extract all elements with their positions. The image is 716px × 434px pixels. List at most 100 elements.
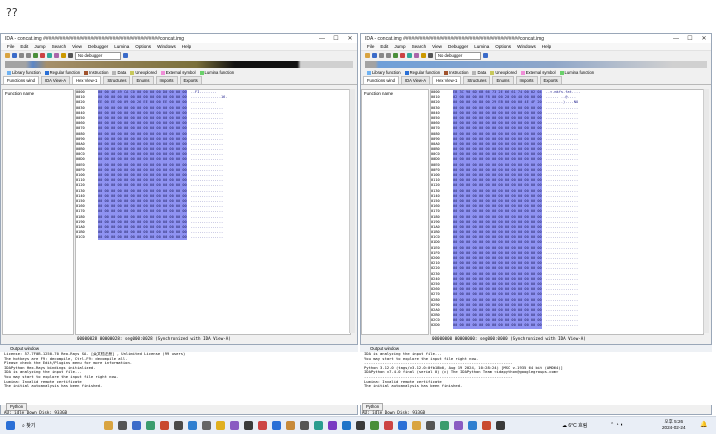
menu-view[interactable]: View	[432, 44, 442, 49]
app8-icon[interactable]	[328, 421, 337, 430]
hex-view-pane[interactable]: 0000 00 00 46 49 CA C0 00 00 00 00 D0 00 …	[75, 89, 351, 335]
edge-icon[interactable]	[146, 421, 155, 430]
bookmark-icon[interactable]	[61, 53, 66, 58]
menu-edit[interactable]: Edit	[20, 44, 28, 49]
hex-row[interactable]: 02D0 00 00 00 00 00 00 00 00 00 00 00 00 …	[431, 323, 703, 329]
app19-icon[interactable]	[496, 421, 505, 430]
menu-jump[interactable]: Jump	[34, 44, 45, 49]
tab-hex-view[interactable]: Hex View-1	[432, 76, 462, 84]
pause-icon[interactable]	[428, 53, 433, 58]
hex-row[interactable]: 01C0 00 00 00 00 00 00 00 00 00 00 00 00 …	[76, 235, 350, 241]
app11-icon[interactable]	[384, 421, 393, 430]
menu-help[interactable]: Help	[182, 44, 191, 49]
tab-imports[interactable]: Imports	[155, 76, 178, 84]
app7-icon[interactable]	[314, 421, 323, 430]
terminal-icon[interactable]	[174, 421, 183, 430]
app18-icon[interactable]	[482, 421, 491, 430]
tab-functions[interactable]: Functions wind	[363, 76, 399, 84]
start-icon[interactable]	[6, 421, 15, 430]
menu-file[interactable]: File	[367, 44, 374, 49]
menu-options[interactable]: Options	[495, 44, 511, 49]
tray-icons[interactable]: ⌃ ◔ ◖	[610, 422, 623, 428]
tab-exports[interactable]: Exports	[539, 76, 562, 84]
search-icon[interactable]	[33, 53, 38, 58]
vscode-icon[interactable]	[342, 421, 351, 430]
close-button[interactable]: ✕	[697, 35, 711, 42]
file-explorer-icon[interactable]	[104, 421, 113, 430]
menu-help[interactable]: Help	[542, 44, 551, 49]
settings-icon[interactable]	[483, 53, 488, 58]
menu-jump[interactable]: Jump	[394, 44, 405, 49]
taskbar-search[interactable]: ⌕ 찾기	[22, 422, 35, 429]
back-icon[interactable]	[19, 53, 24, 58]
run-icon[interactable]	[407, 53, 412, 58]
chrome-icon[interactable]	[216, 421, 225, 430]
tab-structures[interactable]: Structures	[463, 76, 491, 84]
app-icon[interactable]	[132, 421, 141, 430]
tab-ida-view[interactable]: IDA View-A	[400, 76, 431, 84]
app17-icon[interactable]	[468, 421, 477, 430]
graph-icon[interactable]	[54, 53, 59, 58]
tab-enums[interactable]: Enums	[132, 76, 154, 84]
save-icon[interactable]	[12, 53, 17, 58]
functions-pane[interactable]: Function name	[361, 89, 429, 335]
menu-options[interactable]: Options	[135, 44, 151, 49]
forward-icon[interactable]	[26, 53, 31, 58]
settings-icon[interactable]	[202, 421, 211, 430]
run-icon[interactable]	[47, 53, 52, 58]
hex-vertical-scrollbar[interactable]	[349, 89, 355, 333]
open-icon[interactable]	[5, 53, 10, 58]
app14-icon[interactable]	[426, 421, 435, 430]
menu-edit[interactable]: Edit	[380, 44, 388, 49]
save-icon[interactable]	[372, 53, 377, 58]
stop-icon[interactable]	[400, 53, 405, 58]
stop-icon[interactable]	[40, 53, 45, 58]
app5-icon[interactable]	[286, 421, 295, 430]
debugger-select[interactable]: No debugger	[75, 51, 121, 60]
notification-icon[interactable]: 🔔	[700, 421, 707, 428]
tab-structures[interactable]: Structures	[103, 76, 131, 84]
clock[interactable]: 오후 5:26 2024-02-24	[662, 419, 686, 431]
hex-view-pane[interactable]: 0000 EB 3C 90 6D 6B 66 73 2E 66 61 74 00 …	[430, 89, 704, 335]
app9-icon[interactable]	[356, 421, 365, 430]
navigation-band[interactable]	[365, 61, 707, 68]
office-icon[interactable]	[160, 421, 169, 430]
tab-enums[interactable]: Enums	[492, 76, 514, 84]
task-view-icon[interactable]	[118, 421, 127, 430]
hex-vertical-scrollbar[interactable]	[703, 89, 709, 333]
menu-windows[interactable]: Windows	[157, 44, 176, 49]
maximize-button[interactable]: ☐	[683, 35, 697, 42]
app15-icon[interactable]	[440, 421, 449, 430]
menu-windows[interactable]: Windows	[517, 44, 536, 49]
menu-search[interactable]: Search	[52, 44, 67, 49]
graph-icon[interactable]	[414, 53, 419, 58]
app13-icon[interactable]	[412, 421, 421, 430]
menu-debugger[interactable]: Debugger	[448, 44, 468, 49]
app16-icon[interactable]	[454, 421, 463, 430]
tab-ida-view[interactable]: IDA View-A	[40, 76, 71, 84]
tab-exports[interactable]: Exports	[179, 76, 202, 84]
store-icon[interactable]	[188, 421, 197, 430]
minimize-button[interactable]: —	[315, 36, 329, 42]
back-icon[interactable]	[379, 53, 384, 58]
maximize-button[interactable]: ☐	[329, 35, 343, 42]
app6-icon[interactable]	[300, 421, 309, 430]
pause-icon[interactable]	[68, 53, 73, 58]
open-icon[interactable]	[365, 53, 370, 58]
menu-debugger[interactable]: Debugger	[88, 44, 108, 49]
close-button[interactable]: ✕	[343, 35, 357, 42]
tab-functions[interactable]: Functions wind	[3, 76, 39, 84]
menu-lumina[interactable]: Lumina	[114, 44, 129, 49]
menu-search[interactable]: Search	[412, 44, 427, 49]
menu-lumina[interactable]: Lumina	[474, 44, 489, 49]
debugger-select[interactable]: No debugger	[435, 51, 481, 60]
weather[interactable]: ☁ 6°C 흐림	[562, 422, 587, 429]
settings-icon[interactable]	[123, 53, 128, 58]
bookmark-icon[interactable]	[421, 53, 426, 58]
menu-file[interactable]: File	[7, 44, 14, 49]
app12-icon[interactable]	[398, 421, 407, 430]
app4-icon[interactable]	[272, 421, 281, 430]
ida-icon[interactable]	[244, 421, 253, 430]
tab-hex-view[interactable]: Hex View-1	[72, 76, 102, 84]
app2-icon[interactable]	[230, 421, 239, 430]
